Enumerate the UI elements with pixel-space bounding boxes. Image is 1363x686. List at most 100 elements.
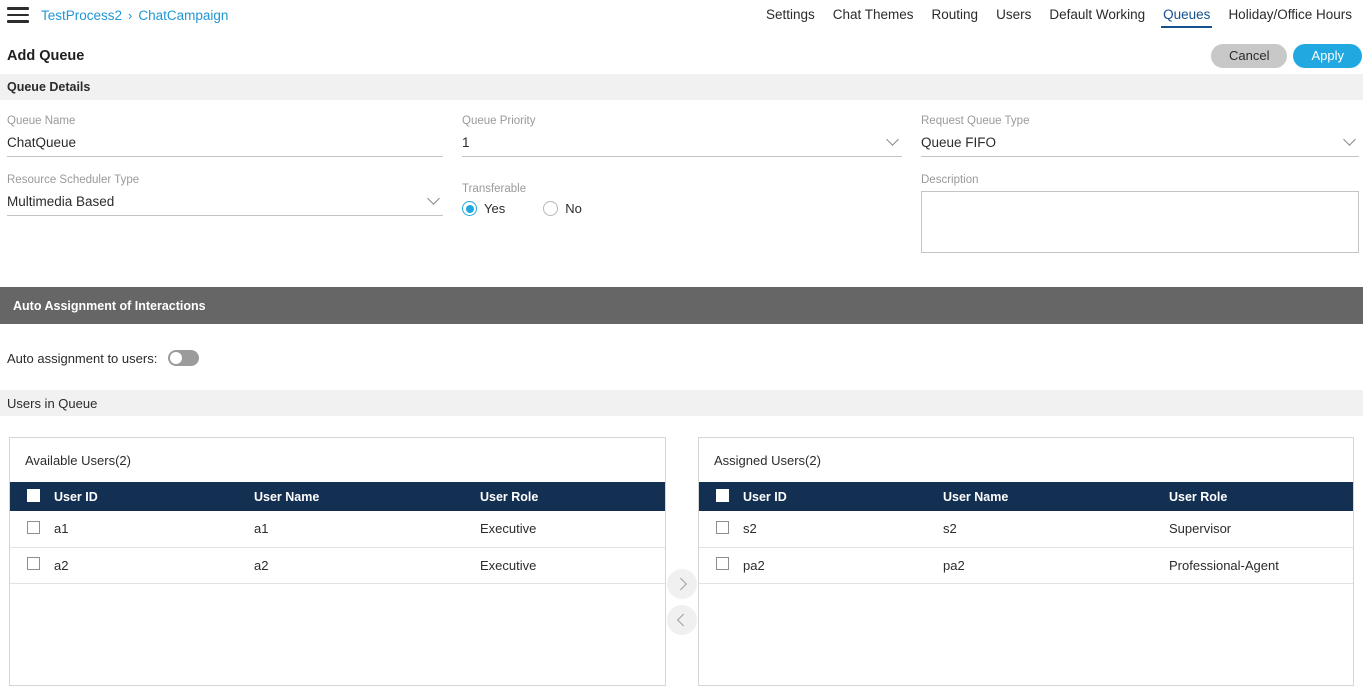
table-header-row: User ID User Name User Role	[10, 482, 665, 511]
transferable-option-no[interactable]: No	[543, 201, 582, 216]
chevron-left-icon[interactable]	[667, 605, 697, 635]
assigned-users-card: Assigned Users(2) User ID User Name User…	[698, 437, 1354, 686]
queue-details-form: Queue Name Queue Priority Request Queue …	[0, 110, 1363, 285]
row-checkbox-cell	[699, 547, 743, 584]
cell-user-id: a2	[54, 547, 254, 584]
transferable-no-label: No	[565, 201, 582, 216]
queue-name-input[interactable]	[7, 132, 443, 157]
assigned-col-user-role: User Role	[1169, 482, 1353, 511]
cell-user-name: a2	[254, 547, 480, 584]
cell-user-id: s2	[743, 511, 943, 548]
description-textarea[interactable]	[921, 191, 1359, 253]
tab-routing[interactable]: Routing	[923, 0, 988, 30]
row-checkbox[interactable]	[27, 557, 40, 570]
auto-assignment-section-title: Auto Assignment of Interactions	[13, 298, 206, 313]
transferable-radio-group: Yes No	[462, 201, 902, 216]
field-description: Description	[921, 174, 1359, 258]
available-col-user-role: User Role	[480, 482, 665, 511]
radio-unselected-icon[interactable]	[543, 201, 559, 216]
table-header-row: User ID User Name User Role	[699, 482, 1353, 511]
assigned-select-all-header	[699, 482, 743, 511]
tab-users[interactable]: Users	[987, 0, 1040, 30]
tab-queues[interactable]: Queues	[1154, 0, 1219, 30]
field-queue-name: Queue Name	[7, 115, 443, 157]
toggle-knob	[170, 352, 183, 364]
cell-user-name: pa2	[943, 547, 1169, 584]
field-request-queue-type: Request Queue Type	[921, 115, 1359, 157]
users-in-queue-section-title: Users in Queue	[7, 395, 98, 411]
queue-name-label: Queue Name	[7, 115, 76, 127]
available-users-empty-space	[10, 583, 665, 685]
table-row[interactable]: pa2 pa2 Professional-Agent	[699, 547, 1353, 584]
assigned-users-empty-space	[699, 583, 1353, 685]
cell-user-name: s2	[943, 511, 1169, 548]
queue-details-section-title: Queue Details	[7, 80, 91, 94]
auto-assignment-row: Auto assignment to users:	[0, 347, 700, 369]
nav-tabs: Settings Chat Themes Routing Users Defau…	[757, 0, 1363, 30]
resource-scheduler-type-label: Resource Scheduler Type	[7, 174, 140, 186]
breadcrumb: TestProcess2 › ChatCampaign	[41, 8, 228, 23]
breadcrumb-item-campaign[interactable]: ChatCampaign	[138, 8, 228, 23]
row-checkbox[interactable]	[716, 520, 729, 534]
breadcrumb-separator-icon: ›	[128, 7, 133, 23]
add-queue-page: TestProcess2 › ChatCampaign Settings Cha…	[0, 0, 1363, 686]
tab-settings[interactable]: Settings	[757, 0, 824, 30]
queue-priority-label: Queue Priority	[462, 115, 536, 127]
cell-user-role: Executive	[480, 547, 665, 584]
request-queue-type-select[interactable]	[921, 132, 1359, 157]
assigned-users-caption: Assigned Users(2)	[714, 452, 821, 468]
users-in-queue-section-header: Users in Queue	[0, 390, 1363, 416]
request-queue-type-label: Request Queue Type	[921, 115, 1030, 127]
request-queue-type-value[interactable]	[921, 132, 1359, 157]
tab-default-working[interactable]: Default Working	[1040, 0, 1154, 30]
available-select-all-header	[10, 482, 54, 511]
apply-button[interactable]: Apply	[1293, 44, 1362, 68]
available-users-card: Available Users(2) User ID User Name Use…	[9, 437, 666, 686]
row-checkbox[interactable]	[27, 520, 40, 534]
auto-assignment-section-header: Auto Assignment of Interactions	[0, 287, 1363, 324]
select-all-checkbox[interactable]	[27, 488, 40, 502]
field-transferable: Transferable Yes No	[462, 183, 902, 216]
users-in-queue-tables: Available Users(2) User ID User Name Use…	[0, 437, 1363, 686]
row-checkbox-cell	[10, 511, 54, 548]
field-queue-priority: Queue Priority	[462, 115, 902, 157]
cell-user-role: Executive	[480, 511, 665, 548]
assigned-col-user-id: User ID	[743, 482, 943, 511]
row-checkbox-cell	[10, 547, 54, 584]
queue-details-section-header: Queue Details	[0, 74, 1363, 100]
page-actions: Cancel Apply	[1211, 44, 1363, 68]
resource-scheduler-type-value[interactable]	[7, 191, 443, 216]
radio-selected-icon[interactable]	[462, 201, 477, 216]
tab-holiday-office-hours[interactable]: Holiday/Office Hours	[1219, 0, 1361, 30]
page-title-row: Add Queue Cancel Apply	[0, 38, 1363, 74]
chevron-right-icon[interactable]	[667, 569, 697, 599]
top-navigation-bar: TestProcess2 › ChatCampaign Settings Cha…	[0, 0, 1363, 30]
cell-user-name: a1	[254, 511, 480, 548]
assigned-col-user-name: User Name	[943, 482, 1169, 511]
queue-priority-select[interactable]	[462, 132, 902, 157]
transfer-buttons	[666, 569, 698, 635]
transferable-option-yes[interactable]: Yes	[462, 201, 505, 216]
breadcrumb-item-process[interactable]: TestProcess2	[41, 8, 122, 23]
row-checkbox-cell	[699, 511, 743, 548]
transferable-label: Transferable	[462, 183, 527, 195]
queue-priority-value[interactable]	[462, 132, 902, 157]
cancel-button[interactable]: Cancel	[1211, 44, 1288, 68]
available-users-caption: Available Users(2)	[25, 452, 131, 468]
tab-chat-themes[interactable]: Chat Themes	[824, 0, 923, 30]
resource-scheduler-type-select[interactable]	[7, 191, 443, 216]
table-row[interactable]: a2 a2 Executive	[10, 547, 665, 584]
page-title: Add Queue	[7, 48, 85, 64]
table-row[interactable]: s2 s2 Supervisor	[699, 511, 1353, 548]
hamburger-menu-icon[interactable]	[7, 7, 29, 23]
table-row[interactable]: a1 a1 Executive	[10, 511, 665, 548]
auto-assignment-toggle[interactable]	[168, 350, 200, 366]
row-checkbox[interactable]	[716, 557, 729, 570]
field-resource-scheduler-type: Resource Scheduler Type	[7, 174, 443, 216]
available-col-user-id: User ID	[54, 482, 254, 511]
auto-assignment-toggle-label: Auto assignment to users:	[7, 350, 158, 366]
assigned-users-table: User ID User Name User Role s2 s2 Superv…	[699, 482, 1353, 584]
select-all-checkbox[interactable]	[716, 488, 729, 502]
description-label: Description	[921, 174, 979, 186]
available-col-user-name: User Name	[254, 482, 480, 511]
